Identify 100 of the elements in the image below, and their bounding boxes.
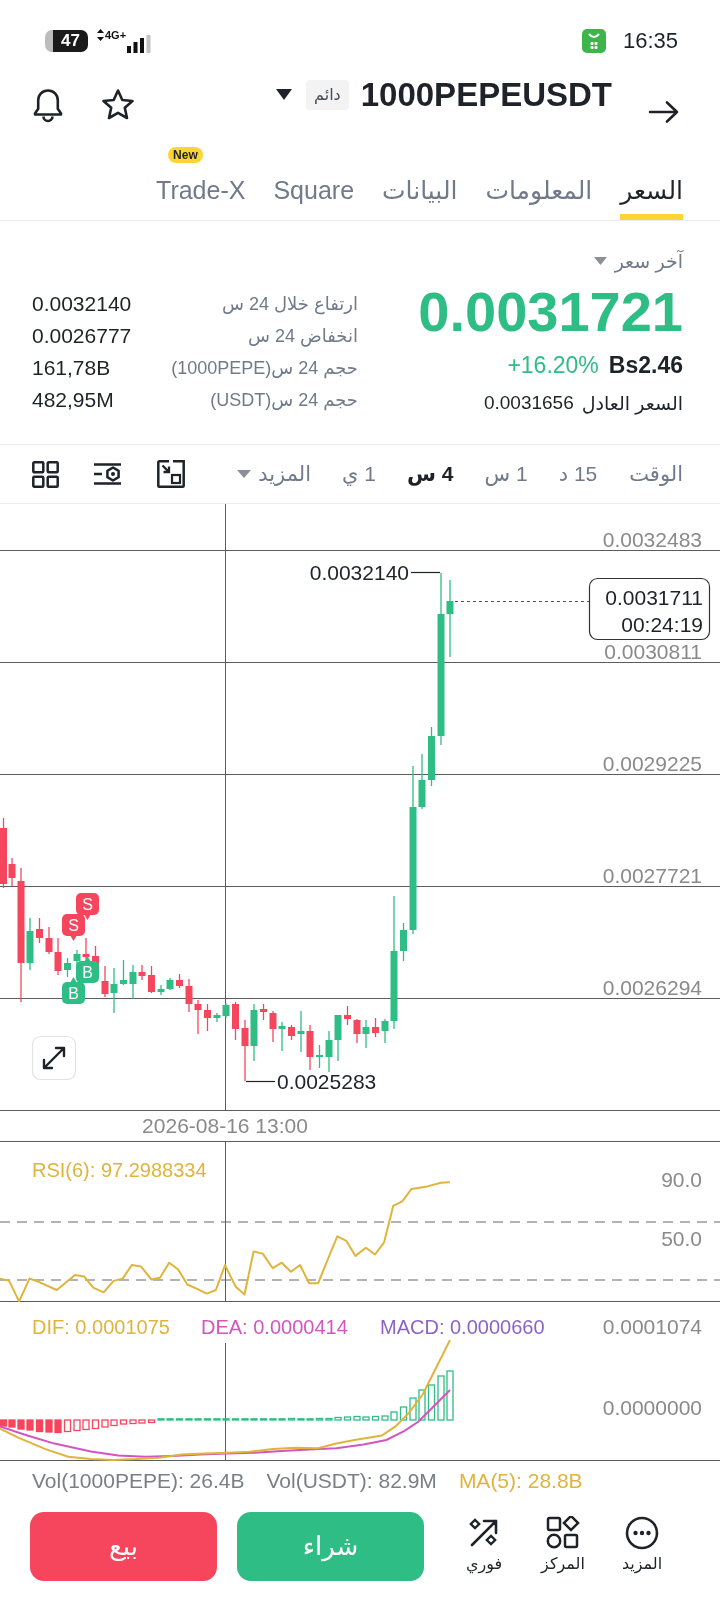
new-badge: New [168, 147, 203, 163]
countdown-timer: 00:24:19 [621, 613, 703, 636]
expand-button[interactable] [31, 1035, 77, 1081]
falling-candle [36, 917, 43, 944]
falling-candle [372, 1017, 379, 1038]
resize-window-icon[interactable] [157, 460, 185, 488]
more-icon [625, 1516, 659, 1550]
contract-type-badge: دائم [306, 80, 349, 110]
rising-candle [250, 1003, 258, 1062]
price-axis-label: 0.0030811 [604, 640, 702, 663]
mark-price-label: السعر العادل [581, 391, 683, 415]
expand-icon [42, 1046, 66, 1070]
rising-candle [278, 1021, 286, 1052]
low-price-label: 0.0025283 [277, 1070, 377, 1093]
falling-candle [82, 937, 90, 960]
shapes-grid-icon [546, 1516, 580, 1550]
stat-value: 0.0032140 [32, 292, 132, 316]
volume-indicator-label: Vol(USDT): 82.9M [266, 1468, 437, 1493]
battery-level: 47 [45, 30, 88, 52]
rising-candle [400, 922, 407, 962]
nav-button[interactable]: المركز [528, 1512, 598, 1574]
falling-candle [138, 964, 146, 981]
price-axis-label: 0.0029225 [602, 752, 702, 775]
price-type-dropdown[interactable]: آخر سعر [593, 249, 683, 273]
leader-line [410, 571, 441, 574]
stat-label: انخفاض 24 س [247, 325, 358, 347]
interval-tab[interactable]: 1 ي [342, 462, 377, 486]
falling-candle [204, 1003, 211, 1032]
stat-value: 161,78B [32, 356, 112, 380]
falling-candle [101, 965, 109, 998]
rsi-label: RSI(6): 97.2988334 [32, 1159, 207, 1181]
histogram-bar [427, 1384, 436, 1421]
dif-label: DIF: 0.0001075 [32, 1316, 170, 1338]
stat-label: حجم 24 س(USDT) [209, 389, 358, 411]
indicator-settings-icon[interactable] [93, 462, 123, 486]
macd-label: MACD: 0.0000660 [380, 1316, 545, 1338]
more-intervals-dropdown[interactable]: المزيد [237, 462, 312, 486]
leader-line [245, 1080, 276, 1083]
rising-candle [362, 1019, 370, 1049]
falling-candle [288, 1024, 295, 1041]
rising-candle [316, 1044, 323, 1069]
rising-candle [110, 967, 118, 1014]
interval-label: الوقت [629, 462, 683, 486]
interval-tab[interactable]: 1 س [484, 462, 528, 486]
tab[interactable]: المعلومات [485, 146, 593, 220]
falling-candle [176, 973, 183, 989]
change-value: Bs2.46 [608, 351, 683, 379]
histogram-bar [35, 1419, 44, 1433]
volume-indicator-label: MA(5): 28.8B [458, 1468, 583, 1493]
symbol-title[interactable]: 1000PEPEUSDT [360, 75, 612, 115]
caret-icon [593, 257, 607, 265]
last-price-value: 0.0031711 [605, 586, 703, 609]
price-axis-label: 0.0027721 [602, 864, 702, 887]
rising-candle [120, 959, 127, 986]
falling-candle [260, 1003, 267, 1021]
tab[interactable]: السعر [620, 146, 683, 220]
network-type: 4G+ [105, 29, 127, 41]
falling-candle [306, 1024, 314, 1071]
macd-axis-label: 0.0001074 [602, 1315, 702, 1338]
tab[interactable]: البيانات [382, 146, 458, 220]
rsi-axis-label: 50.0 [661, 1227, 702, 1250]
caret-icon[interactable] [276, 89, 293, 101]
stat-value: 0.0026777 [32, 324, 132, 348]
stat-label: ارتفاع خلال 24 س [221, 293, 358, 315]
buy-button[interactable]: شراء [237, 1512, 424, 1581]
star-icon[interactable] [101, 88, 135, 122]
signal-icon [127, 35, 152, 53]
time-axis-label: 2026-08-16 13:00 [142, 1114, 308, 1137]
up-down-arrows-icon [97, 29, 104, 41]
dea-label: DEA: 0.0000414 [201, 1316, 348, 1338]
histogram-bar [91, 1419, 100, 1430]
sell-button[interactable]: بيع [30, 1512, 217, 1581]
falling-candle [353, 1018, 361, 1044]
falling-candle [148, 965, 155, 994]
clock: 16:35 [622, 28, 678, 54]
falling-candle [241, 1019, 249, 1082]
stat-label: حجم 24 س(1000PEPE) [170, 357, 358, 379]
falling-candle [232, 1001, 239, 1041]
app-icon [581, 29, 606, 53]
tab[interactable]: Square [273, 146, 355, 220]
falling-candle [269, 1010, 277, 1043]
price-axis-label: 0.0026294 [602, 976, 702, 999]
grid-icon[interactable] [32, 460, 59, 488]
rising-candle [297, 1010, 305, 1053]
volume-indicator-label: Vol(1000PEPE): 26.4B [32, 1468, 245, 1493]
rising-candle [428, 726, 435, 787]
rising-candle [129, 964, 137, 1000]
histogram-bar [63, 1419, 72, 1433]
mark-price-value: 0.0031656 [483, 392, 574, 414]
nav-button[interactable]: المزيد [607, 1512, 677, 1574]
stat-value: 482,95M [32, 388, 115, 412]
high-price-label: 0.0032140 [309, 561, 409, 584]
nav-button[interactable]: فوري [449, 1512, 519, 1574]
interval-tab[interactable]: 4 س [407, 462, 454, 486]
rising-candle [26, 917, 34, 971]
bell-icon[interactable] [32, 87, 64, 123]
right-arrow-icon[interactable] [648, 100, 680, 124]
tab[interactable]: New Trade-X [156, 146, 246, 220]
interval-tab[interactable]: 15 د [558, 462, 598, 486]
macd-axis-label: 0.0000000 [602, 1396, 702, 1419]
